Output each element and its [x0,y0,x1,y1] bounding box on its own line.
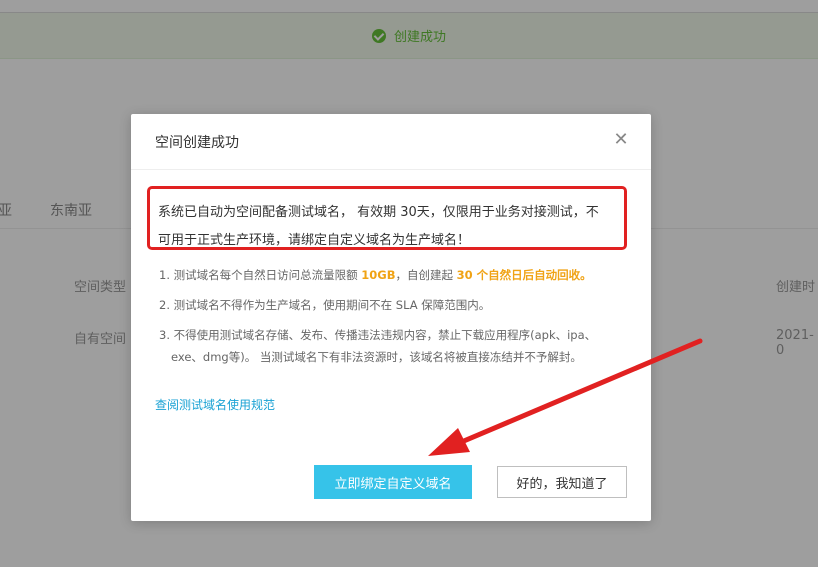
rule-1-mid: ，自创建起 [395,268,457,282]
rule-1-traffic-limit: 10GB [361,268,396,282]
rules-list: 1. 测试域名每个自然日访问总流量限额 10GB，自创建起 30 个自然日后自动… [159,264,629,376]
space-created-dialog: 空间创建成功 ✕ 系统已自动为空间配备测试域名， 有效期 30天，仅限用于业务对… [131,114,651,521]
bind-custom-domain-button[interactable]: 立即绑定自定义域名 [314,465,472,499]
rule-3-line-2: exe、dmg等)。 当测试域名下有非法资源时，该域名将被直接冻结并不予解封。 [171,350,582,364]
rule-item-1: 1. 测试域名每个自然日访问总流量限额 10GB，自创建起 30 个自然日后自动… [159,264,629,286]
domain-usage-policy-link[interactable]: 查阅测试域名使用规范 [155,396,275,413]
close-icon[interactable]: ✕ [611,130,631,150]
notice-line-2: 可用于正式生产环境，请绑定自定义域名为生产域名！ [158,233,471,248]
acknowledge-button[interactable]: 好的，我知道了 [497,466,627,498]
rule-item-2: 2. 测试域名不得作为生产域名，使用期间不在 SLA 保障范围内。 [159,298,491,312]
rule-1-expiry: 30 个自然日后自动回收。 [456,268,592,282]
notice-line-1: 系统已自动为空间配备测试域名， 有效期 30天，仅限用于业务对接测试，不 [158,205,599,220]
rule-3-line-1: 3. 不得使用测试域名存储、发布、传播违法违规内容，禁止下载应用程序(apk、i… [159,328,597,342]
rule-1-text: 1. 测试域名每个自然日访问总流量限额 [159,268,362,282]
dialog-header: 空间创建成功 ✕ [131,114,651,170]
rule-item-3: 3. 不得使用测试域名存储、发布、传播违法违规内容，禁止下载应用程序(apk、i… [159,324,629,368]
screen: 创建成功 亚 东南亚 空间类型 自有空间 创建时 2021-0 空间创建成功 ✕… [0,0,818,567]
dialog-title: 空间创建成功 [155,135,239,151]
test-domain-notice: 系统已自动为空间配备测试域名， 有效期 30天，仅限用于业务对接测试，不 可用于… [147,186,627,250]
